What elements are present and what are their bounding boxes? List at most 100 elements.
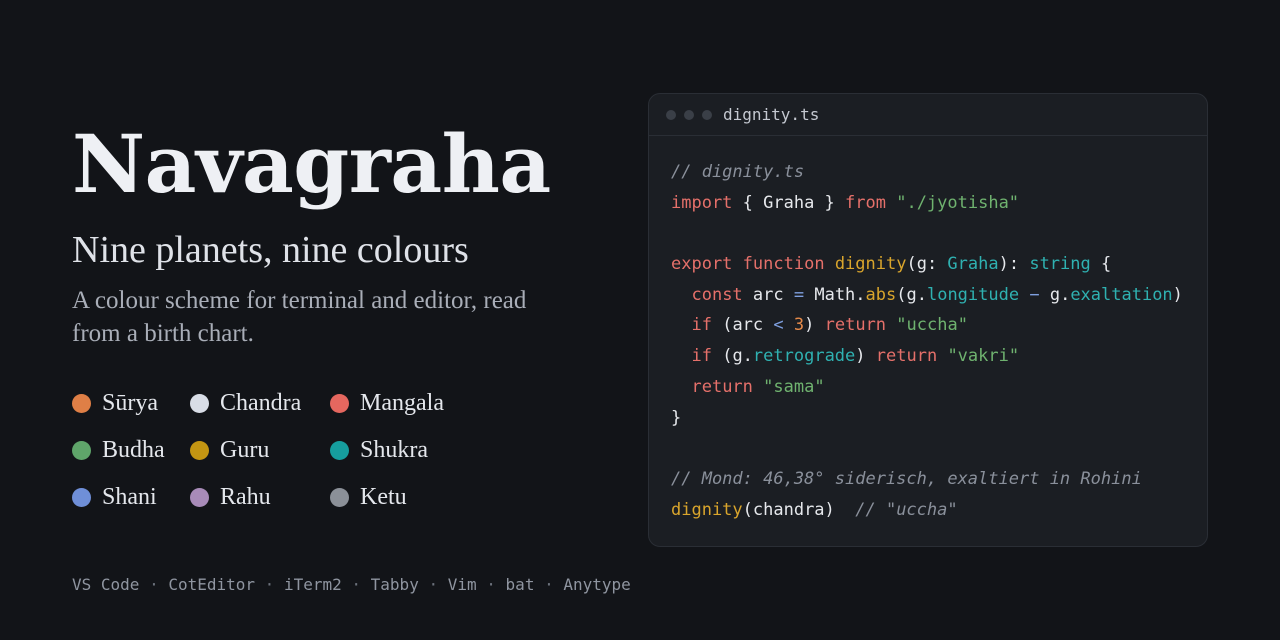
supported-app: iTerm2: [283, 575, 342, 594]
code-token: Math.: [804, 284, 866, 305]
code-token: { Graha }: [732, 192, 846, 213]
code-token: abs: [865, 284, 897, 305]
code-token: "uccha": [896, 315, 968, 336]
planet-item: Shukra: [330, 432, 470, 468]
supported-app: Tabby: [370, 575, 419, 594]
supported-app: VS Code: [72, 575, 140, 594]
color-swatch-icon: [72, 440, 91, 460]
separator: ·: [255, 575, 284, 594]
code-token: string: [1029, 254, 1091, 275]
color-swatch-icon: [190, 440, 209, 460]
planet-name: Shani: [102, 483, 157, 510]
planet-name: Guru: [220, 436, 270, 463]
code-token: "vakri": [947, 346, 1020, 367]
separator: ·: [534, 575, 564, 594]
code-token: ): [855, 346, 876, 367]
color-swatch-icon: [190, 487, 209, 507]
code-token: {: [1090, 254, 1112, 275]
separator: ·: [476, 575, 506, 594]
code-line: export function dignity(g: Graha): strin…: [671, 249, 1183, 280]
code-token: import: [671, 192, 733, 213]
planet-name: Budha: [102, 436, 165, 463]
code-token: (g.: [711, 346, 753, 367]
planet-name: Shukra: [360, 436, 428, 463]
planet-name: Mangala: [360, 389, 444, 416]
planet-item: Sūrya: [72, 385, 190, 421]
color-swatch-icon: [330, 487, 349, 507]
page-title: Navagraha: [72, 117, 551, 211]
code-token: dignity: [834, 254, 907, 275]
code-token: return: [691, 376, 753, 397]
code-token: (g.: [896, 284, 927, 305]
code-line: }: [671, 403, 1183, 434]
code-token: // "uccha": [855, 499, 958, 520]
planet-name: Rahu: [220, 483, 271, 510]
supported-app: Vim: [447, 575, 477, 594]
code-token: "sama": [763, 376, 825, 397]
planet-item: Guru: [190, 432, 330, 468]
color-swatch-icon: [72, 393, 91, 413]
code-token: const: [691, 284, 743, 305]
color-swatch-icon: [330, 440, 349, 460]
separator: ·: [139, 575, 169, 594]
code-token: exaltation: [1070, 284, 1173, 305]
code-token: from: [845, 192, 886, 213]
color-swatch-icon: [330, 393, 349, 413]
planet-name: Sūrya: [102, 389, 158, 416]
code-window: dignity.ts // dignity.ts import { Graha }…: [648, 93, 1208, 547]
planet-item: Ketu: [330, 479, 470, 515]
code-token: dignity: [671, 499, 743, 520]
code-token: −: [1029, 284, 1040, 305]
code-token: =: [793, 284, 805, 305]
code-line: if (arc < 3) return "uccha": [671, 310, 1183, 341]
planet-item: Budha: [72, 432, 190, 468]
supported-apps-list: VS Code · CotEditor · iTerm2 · Tabby · V…: [72, 574, 631, 596]
code-token: }: [671, 407, 682, 428]
code-token: (chandra): [742, 499, 856, 520]
planet-item: Chandra: [190, 385, 330, 421]
code-token: "./jyotisha": [896, 192, 1020, 213]
code-token: retrograde: [752, 346, 856, 367]
window-minimize-icon[interactable]: [684, 109, 694, 120]
color-swatch-icon: [190, 393, 209, 413]
code-token: longitude: [926, 284, 1020, 305]
code-token: return: [824, 315, 887, 336]
planet-name: Chandra: [220, 389, 302, 416]
code-token: (arc: [711, 315, 774, 336]
planet-item: Mangala: [330, 385, 470, 421]
code-line: const arc = Math.abs(g.longitude − g.exa…: [671, 280, 1183, 311]
code-line: import { Graha } from "./jyotisha": [671, 188, 1183, 219]
window-filename: dignity.ts: [723, 105, 820, 124]
supported-app: bat: [505, 575, 535, 594]
planet-item: Shani: [72, 479, 190, 515]
code-token: arc: [742, 284, 794, 305]
window-titlebar: dignity.ts: [649, 94, 1207, 136]
code-token: g.: [1039, 284, 1071, 305]
color-swatch-icon: [72, 487, 91, 507]
separator: ·: [418, 575, 448, 594]
window-close-icon[interactable]: [666, 109, 676, 120]
code-token: function: [742, 254, 825, 275]
window-zoom-icon[interactable]: [702, 109, 712, 120]
supported-app: Anytype: [563, 575, 631, 594]
subtitle: Nine planets, nine colours: [72, 229, 469, 271]
code-token: export: [671, 254, 733, 275]
code-token: Graha: [947, 254, 999, 275]
planet-palette: Sūrya Chandra Mangala Budha Guru Shukra …: [72, 385, 470, 526]
code-token: ): [1172, 284, 1183, 305]
code-line: // Mond: 46,38° siderisch, exaltiert in …: [671, 464, 1183, 495]
supported-app: CotEditor: [168, 575, 256, 594]
